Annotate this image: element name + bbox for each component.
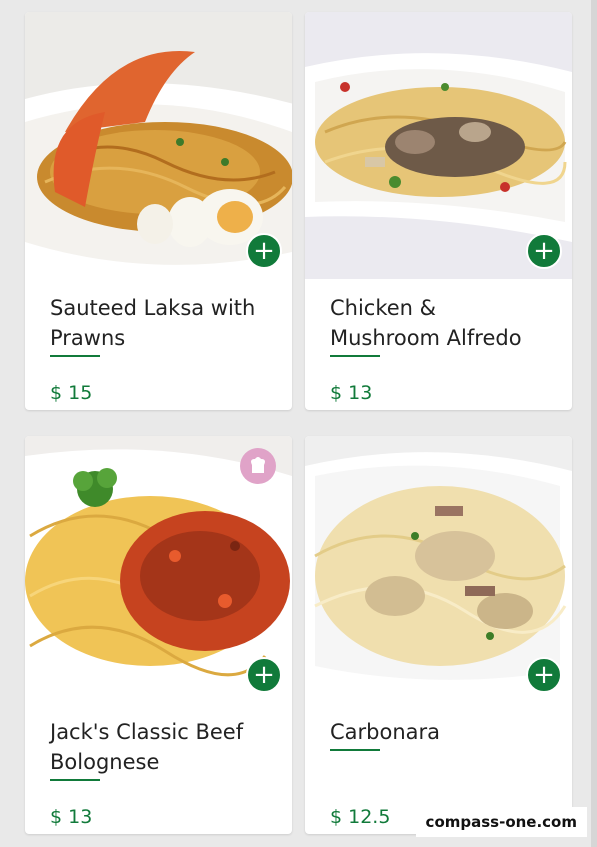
plus-icon: + [533, 236, 555, 266]
title-underline [330, 355, 380, 357]
dish-photo: + [25, 436, 292, 703]
dish-name: Carbonara [330, 720, 441, 744]
plus-icon: + [253, 660, 275, 690]
dish-price: $ 13 [50, 806, 93, 828]
menu-grid: + Sauteed Laksa with Prawns $ 15 + Chick… [25, 12, 572, 834]
menu-card[interactable]: + Jack's Classic Beef Bolognese $ 13 [25, 436, 292, 834]
watermark: compass-one.com [415, 807, 587, 837]
title-underline [50, 355, 100, 357]
add-to-cart-button[interactable]: + [246, 233, 282, 269]
dish-photo: + [305, 12, 572, 279]
menu-card[interactable]: + Chicken & Mushroom Alfredo $ 13 [305, 12, 572, 410]
dish-photo: + [305, 436, 572, 703]
dish-price: $ 12.5 [330, 806, 391, 828]
chef-hat-icon [240, 448, 276, 484]
title-underline [330, 749, 380, 751]
plus-icon: + [533, 660, 555, 690]
dish-price: $ 15 [50, 382, 93, 404]
add-to-cart-button[interactable]: + [526, 657, 562, 693]
dish-info: Jack's Classic Beef Bolognese $ 13 [25, 703, 292, 834]
dish-name: Sauteed Laksa with Prawns [50, 296, 256, 350]
add-to-cart-button[interactable]: + [246, 657, 282, 693]
dish-info: Chicken & Mushroom Alfredo $ 13 [305, 279, 572, 410]
menu-card[interactable]: + Sauteed Laksa with Prawns $ 15 [25, 12, 292, 410]
title-underline [50, 779, 100, 781]
dish-photo: + [25, 12, 292, 279]
plus-icon: + [253, 236, 275, 266]
add-to-cart-button[interactable]: + [526, 233, 562, 269]
dish-name: Jack's Classic Beef Bolognese [50, 720, 244, 774]
dish-info: Sauteed Laksa with Prawns $ 15 [25, 279, 292, 410]
scrollbar[interactable] [591, 0, 597, 847]
dish-price: $ 13 [330, 382, 373, 404]
dish-name: Chicken & Mushroom Alfredo [330, 296, 522, 350]
menu-card[interactable]: + Carbonara $ 12.5 [305, 436, 572, 834]
